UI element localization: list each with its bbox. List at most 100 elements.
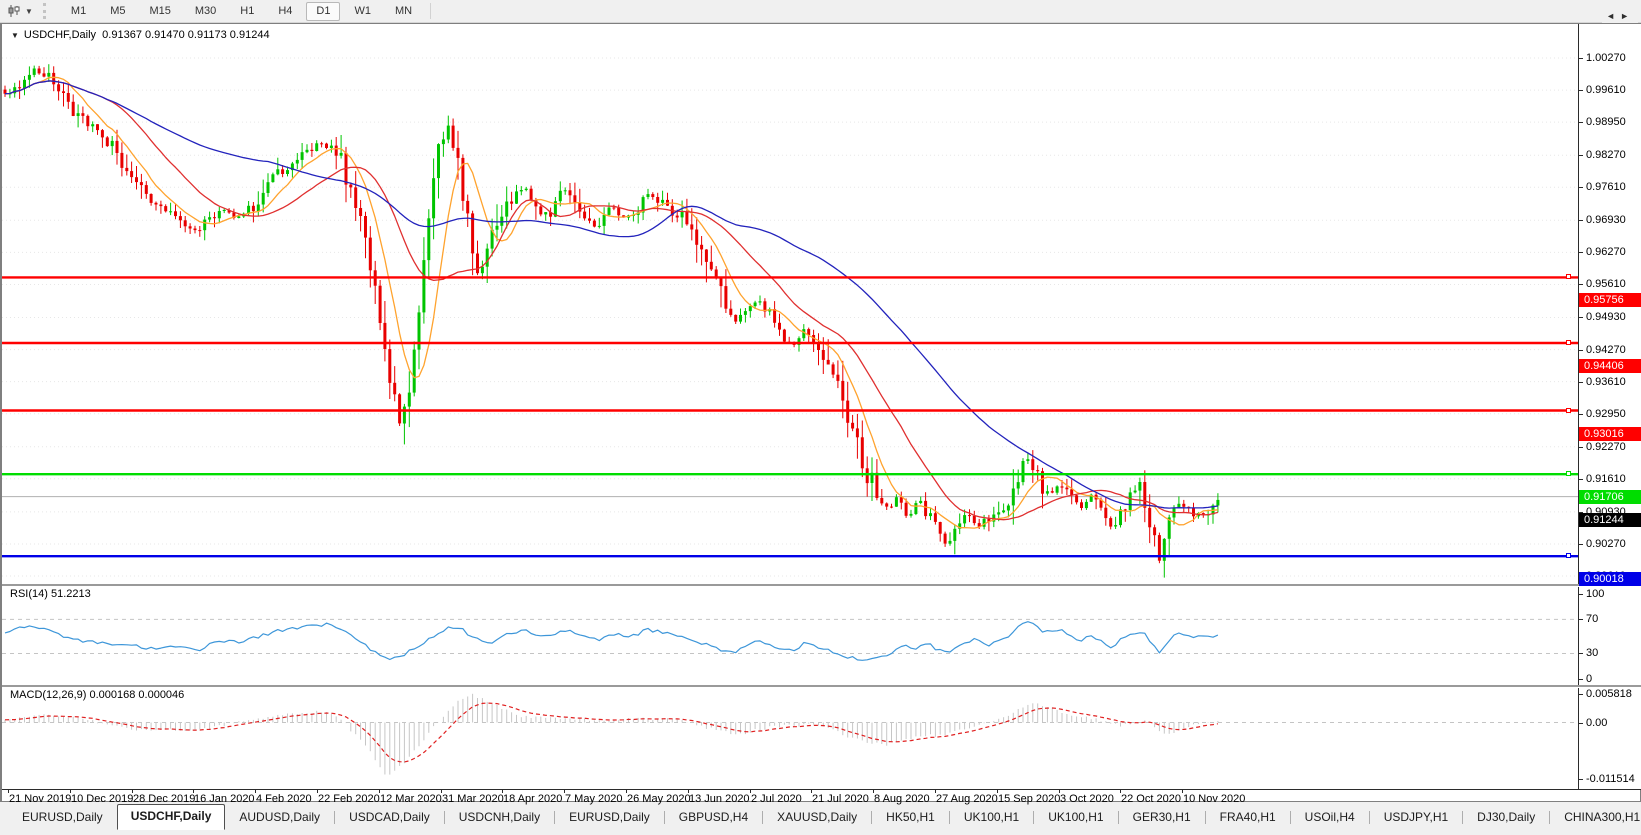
tab-usdcnh-daily[interactable]: USDCNH,Daily — [445, 805, 554, 831]
tab-eurusd-daily[interactable]: EURUSD,Daily — [555, 805, 664, 831]
level-line-handle[interactable] — [1566, 340, 1571, 345]
level-line-handle[interactable] — [1566, 274, 1571, 279]
date-tick-label: 18 Apr 2020 — [503, 793, 562, 805]
tab-uk100-h1[interactable]: UK100,H1 — [950, 805, 1033, 831]
main-price-pane[interactable] — [2, 25, 1578, 584]
axis-tick-mark — [1579, 544, 1583, 545]
tab-uk100-h1[interactable]: UK100,H1 — [1034, 805, 1117, 831]
axis-tick-mark — [1579, 155, 1583, 156]
axis-tick-mark — [1579, 653, 1583, 654]
timeframe-button-w1[interactable]: W1 — [344, 2, 381, 21]
axis-tick-mark — [1579, 594, 1583, 595]
date-tick-label: 21 Jul 2020 — [812, 793, 869, 805]
tab-usoil-h4[interactable]: USOil,H4 — [1291, 805, 1369, 831]
timeframe-button-h1[interactable]: H1 — [230, 2, 264, 21]
rsi-pane[interactable] — [2, 587, 1578, 685]
rsi-tick-label: 30 — [1586, 647, 1598, 659]
price-axis[interactable]: 1.002700.996100.989500.982700.976100.969… — [1578, 24, 1641, 789]
price-tick-label: 0.93610 — [1586, 376, 1626, 388]
timeframe-button-mn[interactable]: MN — [385, 2, 422, 21]
tab-scroll-left-icon[interactable]: ◄ — [1606, 11, 1620, 21]
level-line-handle[interactable] — [1566, 471, 1571, 476]
price-tick-label: 0.94930 — [1586, 311, 1626, 323]
date-tick-label: 16 Jan 2020 — [194, 793, 255, 805]
level-line-handle[interactable] — [1566, 408, 1571, 413]
tab-hk50-h1[interactable]: HK50,H1 — [872, 805, 949, 831]
price-tick-label: 0.98950 — [1586, 116, 1626, 128]
price-tick-label: 1.00270 — [1586, 52, 1626, 64]
date-tick-label: 13 Jun 2020 — [689, 793, 750, 805]
tab-xauusd-daily[interactable]: XAUUSD,Daily — [763, 805, 871, 831]
level-price-label: 0.93016 — [1579, 427, 1641, 441]
timeframe-button-m30[interactable]: M30 — [185, 2, 226, 21]
date-tick-label: 7 May 2020 — [565, 793, 622, 805]
chart-header: ▼ USDCHF,Daily 0.91367 0.91470 0.91173 0.… — [11, 29, 270, 53]
current-price-label: 0.91244 — [1579, 513, 1641, 527]
timeframe-button-m15[interactable]: M15 — [139, 2, 180, 21]
pane-divider-macd[interactable] — [2, 685, 1641, 688]
macd-tick-label: 0.005818 — [1586, 688, 1632, 700]
price-tick-label: 0.91610 — [1586, 473, 1626, 485]
date-tick-label: 3 Oct 2020 — [1060, 793, 1114, 805]
date-tick-label: 10 Dec 2019 — [71, 793, 133, 805]
toolbar-grip[interactable] — [43, 3, 51, 19]
axis-tick-mark — [1579, 252, 1583, 253]
chart-ohlc-values: 0.91367 0.91470 0.91173 0.91244 — [102, 29, 269, 41]
timeframe-button-d1[interactable]: D1 — [306, 2, 340, 21]
axis-tick-mark — [1579, 679, 1583, 680]
axis-tick-mark — [1579, 58, 1583, 59]
tab-audusd-daily[interactable]: AUDUSD,Daily — [225, 805, 334, 831]
level-line-handle[interactable] — [1566, 553, 1571, 558]
axis-tick-mark — [1579, 779, 1583, 780]
level-price-label: 0.90018 — [1579, 572, 1641, 586]
rsi-tick-label: 0 — [1586, 673, 1592, 685]
axis-tick-mark — [1579, 122, 1583, 123]
tab-fra40-h1[interactable]: FRA40,H1 — [1206, 805, 1290, 831]
axis-tick-mark — [1579, 284, 1583, 285]
macd-label: MACD(12,26,9) 0.000168 0.000046 — [10, 689, 184, 701]
axis-tick-mark — [1579, 447, 1583, 448]
date-tick-label: 12 Mar 2020 — [380, 793, 442, 805]
tab-scroll-arrows: ◄► — [1602, 9, 1638, 23]
tab-ger30-h1[interactable]: GER30,H1 — [1119, 805, 1205, 831]
tab-usdcad-daily[interactable]: USDCAD,Daily — [335, 805, 444, 831]
date-tick-label: 15 Sep 2020 — [998, 793, 1060, 805]
timeframe-button-h4[interactable]: H4 — [268, 2, 302, 21]
date-tick-label: 21 Nov 2019 — [9, 793, 71, 805]
candlestick-glyph — [7, 4, 21, 18]
tab-usdchf-daily[interactable]: USDCHF,Daily — [117, 804, 226, 830]
tab-dj30-daily[interactable]: DJ30,Daily — [1463, 805, 1549, 831]
collapse-icon[interactable]: ▼ — [11, 31, 19, 40]
pane-divider-rsi[interactable] — [2, 584, 1641, 587]
date-tick-label: 31 Mar 2020 — [442, 793, 504, 805]
timeframe-button-m1[interactable]: M1 — [61, 2, 96, 21]
chart-symbol-label: USDCHF,Daily — [24, 29, 96, 41]
axis-tick-mark — [1579, 414, 1583, 415]
tab-scroll-right-icon[interactable]: ► — [1620, 11, 1634, 21]
price-tick-label: 0.92950 — [1586, 408, 1626, 420]
price-tick-label: 0.96270 — [1586, 246, 1626, 258]
date-tick-label: 27 Aug 2020 — [936, 793, 998, 805]
axis-tick-mark — [1579, 694, 1583, 695]
price-tick-label: 0.95610 — [1586, 278, 1626, 290]
time-axis-line — [2, 789, 1641, 790]
axis-tick-mark — [1579, 479, 1583, 480]
tab-china300-h1[interactable]: CHINA300,H1 — [1550, 805, 1641, 831]
timeframe-toolbar: ▼ M1M5M15 M30H1H4D1W1MN — [0, 0, 1641, 23]
rsi-tick-label: 70 — [1586, 613, 1598, 625]
macd-pane[interactable] — [2, 688, 1578, 789]
axis-tick-mark — [1579, 382, 1583, 383]
timeframe-buttons: M1M5M15 M30H1H4D1W1MN — [59, 2, 424, 21]
chart-window[interactable]: ▼ USDCHF,Daily 0.91367 0.91470 0.91173 0.… — [0, 23, 1641, 802]
price-tick-label: 0.90270 — [1586, 538, 1626, 550]
tab-eurusd-daily[interactable]: EURUSD,Daily — [8, 805, 117, 831]
axis-tick-mark — [1579, 187, 1583, 188]
rsi-tick-label: 100 — [1586, 588, 1604, 600]
chart-type-icon[interactable] — [4, 3, 24, 19]
level-price-label: 0.95756 — [1579, 293, 1641, 307]
tab-usdjpy-h1[interactable]: USDJPY,H1 — [1370, 805, 1462, 831]
axis-tick-mark — [1579, 220, 1583, 221]
chevron-down-icon[interactable]: ▼ — [25, 7, 33, 16]
tab-gbpusd-h4[interactable]: GBPUSD,H4 — [665, 805, 762, 831]
timeframe-button-m5[interactable]: M5 — [100, 2, 135, 21]
